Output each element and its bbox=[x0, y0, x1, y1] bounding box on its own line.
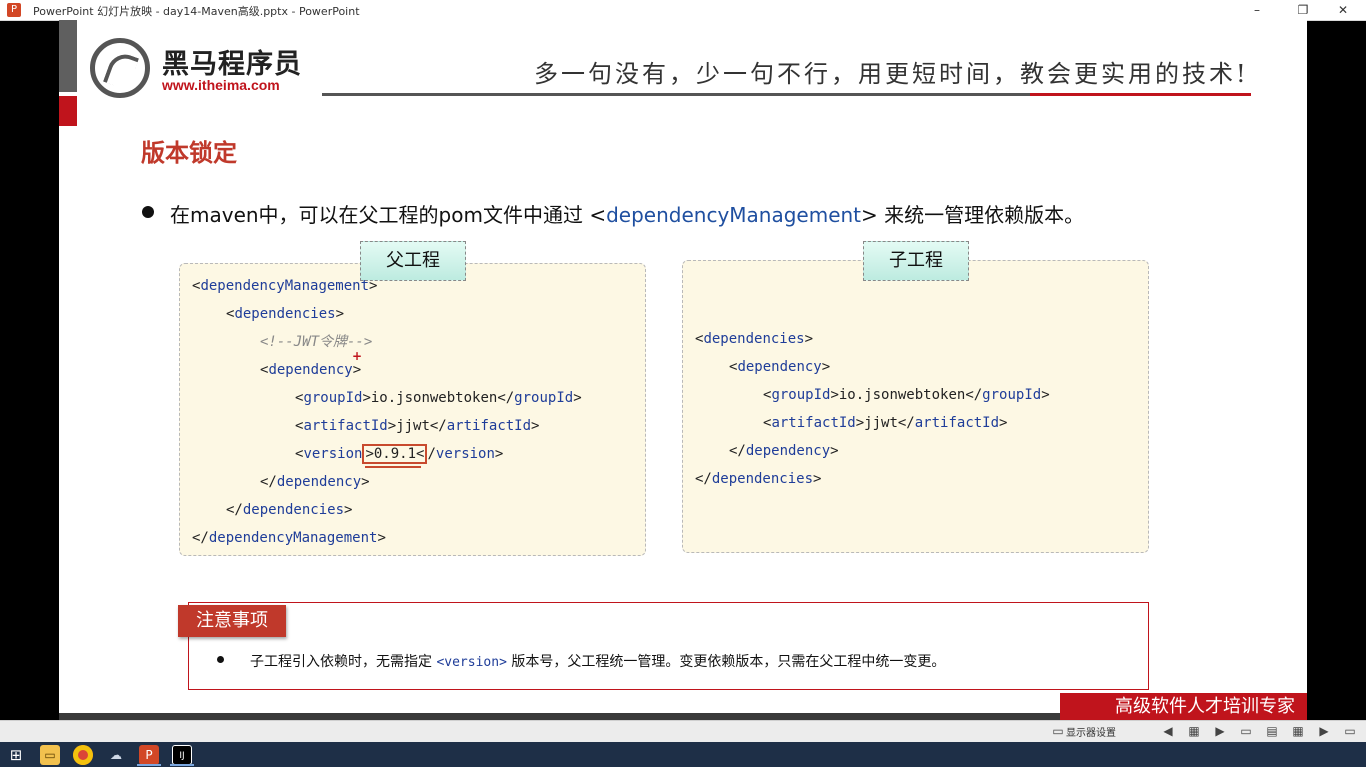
version-highlight: >0.9.1< bbox=[362, 444, 428, 464]
code-line: </dependency> bbox=[729, 443, 839, 459]
network-icon[interactable]: ☁ bbox=[106, 745, 126, 765]
slogan: 多一句没有，少一句不行，用更短时间，教会更实用的技术! bbox=[534, 60, 1249, 88]
note-code: <version> bbox=[436, 655, 507, 670]
code-line: <artifactId>jjwt</artifactId> bbox=[295, 418, 540, 434]
slideshow-button[interactable]: ▶ bbox=[1316, 723, 1332, 739]
active-app-indicator bbox=[137, 764, 161, 766]
version-underline bbox=[365, 466, 421, 468]
windows-start-icon[interactable]: ⊞ bbox=[6, 745, 26, 765]
code-line: </dependencies> bbox=[226, 502, 353, 518]
note-text: 子工程引入依赖时，无需指定 <version> 版本号，父工程统一管理。变更依赖… bbox=[250, 654, 946, 670]
display-settings-button[interactable]: 显示器设置 bbox=[1066, 724, 1116, 739]
code-line: <groupId>io.jsonwebtoken</groupId> bbox=[295, 390, 582, 406]
code-line: <dependencies> bbox=[226, 306, 345, 322]
window-title: PowerPoint 幻灯片放映 - day14-Maven高级.pptx - … bbox=[33, 5, 360, 18]
bullet-text-after: > 来统一管理依赖版本。 bbox=[861, 203, 1085, 227]
parent-project-tag: 父工程 bbox=[360, 241, 466, 281]
active-app-indicator bbox=[170, 764, 194, 766]
code-line: <dependency> bbox=[729, 359, 831, 375]
close-button[interactable]: ✕ bbox=[1320, 0, 1366, 20]
code-line: </dependencies> bbox=[695, 471, 822, 487]
display-settings-icon[interactable]: ▭ bbox=[1050, 723, 1066, 739]
slide-decor-strip bbox=[59, 20, 77, 92]
notes-panel bbox=[188, 602, 1149, 690]
powerpoint-icon[interactable]: P bbox=[139, 745, 159, 765]
file-explorer-icon[interactable]: ▭ bbox=[40, 745, 60, 765]
child-project-tag: 子工程 bbox=[863, 241, 969, 281]
child-code-box bbox=[682, 260, 1149, 553]
reading-view-button[interactable]: ▤ bbox=[1264, 723, 1280, 739]
powerpoint-app-icon: P bbox=[7, 3, 21, 17]
slide-heading: 版本锁定 bbox=[141, 139, 237, 167]
next-slide-button[interactable]: ▶ bbox=[1212, 723, 1228, 739]
notes-tag: 注意事项 bbox=[178, 605, 286, 637]
note-bullet-icon bbox=[217, 656, 224, 663]
code-line: </dependencyManagement> bbox=[192, 530, 386, 546]
itheima-logo-icon bbox=[90, 38, 150, 98]
brand-banner: 高级软件人才培训专家 bbox=[1060, 693, 1307, 720]
bullet-icon bbox=[142, 206, 154, 218]
code-line: </dependency> bbox=[260, 474, 370, 490]
prev-slide-button[interactable]: ◀ bbox=[1160, 723, 1176, 739]
slideshow-control-bar: ▭ 显示器设置 ◀ ▦ ▶ ▭ ▤ ▦ ▶ ▭ bbox=[0, 720, 1366, 743]
intellij-icon[interactable]: IJ bbox=[172, 745, 192, 765]
presenter-view-button[interactable]: ▭ bbox=[1342, 723, 1358, 739]
code-line: <dependencies> bbox=[695, 331, 814, 347]
window-title-bar: P PowerPoint 幻灯片放映 - day14-Maven高级.pptx … bbox=[0, 0, 1366, 21]
logo-name: 黑马程序员 bbox=[162, 49, 302, 80]
sorter-view-button[interactable]: ▦ bbox=[1290, 723, 1306, 739]
code-line: <dependencyManagement> bbox=[192, 278, 378, 294]
code-line: <artifactId>jjwt</artifactId> bbox=[763, 415, 1008, 431]
header-divider bbox=[322, 93, 1032, 96]
code-line: <dependency> bbox=[260, 362, 362, 378]
bullet-keyword: dependencyManagement bbox=[606, 203, 862, 227]
code-line-version: <version >0.9.1</version> bbox=[295, 444, 504, 464]
chrome-icon[interactable] bbox=[73, 745, 93, 765]
slide-grid-button[interactable]: ▦ bbox=[1186, 723, 1202, 739]
bullet-text-before: 在maven中，可以在父工程的pom文件中通过 < bbox=[170, 203, 607, 227]
normal-view-button[interactable]: ▭ bbox=[1238, 723, 1254, 739]
code-line: <groupId>io.jsonwebtoken</groupId> bbox=[763, 387, 1050, 403]
slide-decor-strip-red bbox=[59, 96, 77, 126]
windows-taskbar: ⊞ ▭ ☁ P IJ bbox=[0, 742, 1366, 767]
logo-url: www.itheima.com bbox=[162, 77, 280, 93]
minimize-button[interactable]: – bbox=[1234, 0, 1280, 20]
bullet-text: 在maven中，可以在父工程的pom文件中通过 <dependencyManag… bbox=[170, 199, 1084, 228]
header-divider-accent bbox=[1030, 93, 1251, 96]
